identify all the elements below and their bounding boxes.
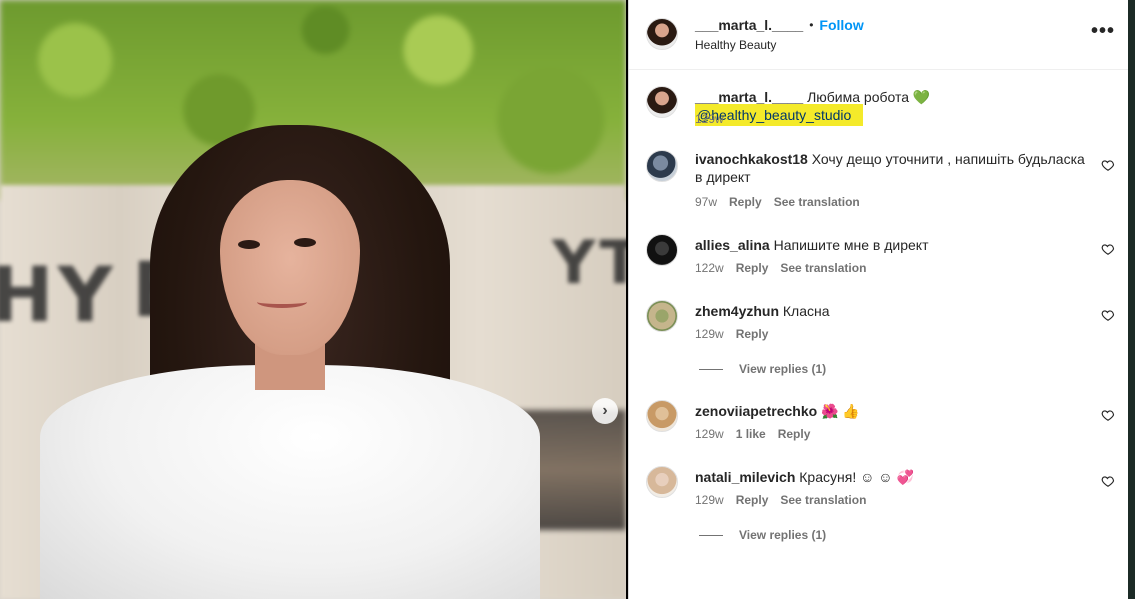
post-header: ___marta_l.____ • Follow Healthy Beauty … bbox=[629, 0, 1129, 70]
comment-body: Напишите мне в директ bbox=[773, 237, 929, 253]
comment-username[interactable]: ivanochkakost18 bbox=[695, 151, 808, 167]
caption-username[interactable]: ___marta_l.____ bbox=[695, 89, 803, 105]
commenter-avatar[interactable] bbox=[646, 234, 678, 266]
wall-sign-text: YT bbox=[552, 228, 626, 298]
more-options-icon[interactable]: ••• bbox=[1091, 20, 1115, 43]
comment-body: 🌺 👍 bbox=[821, 403, 860, 419]
reply-button[interactable]: Reply bbox=[729, 195, 762, 209]
comment-time: 122w bbox=[695, 261, 724, 275]
reply-button[interactable]: Reply bbox=[736, 261, 769, 275]
author-username[interactable]: ___marta_l.____ bbox=[695, 17, 803, 33]
replies-line bbox=[699, 368, 723, 370]
green-heart-emoji: 💚 bbox=[912, 89, 931, 105]
comment-time: 129w bbox=[695, 427, 724, 441]
view-replies-label: View replies (1) bbox=[739, 528, 827, 542]
like-heart-icon[interactable] bbox=[1101, 474, 1115, 488]
commenter-avatar[interactable] bbox=[646, 400, 678, 432]
reply-button[interactable]: Reply bbox=[736, 493, 769, 507]
commenter-avatar[interactable] bbox=[646, 300, 678, 332]
replies-line bbox=[699, 534, 723, 536]
author-avatar[interactable] bbox=[646, 18, 678, 50]
comment-body: Класна bbox=[782, 303, 830, 319]
person-eye bbox=[238, 240, 260, 249]
wall-sign-text: HY bbox=[0, 250, 117, 339]
header-line: ___marta_l.____ • Follow bbox=[695, 17, 864, 33]
comment-meta: 129w 1 like Reply bbox=[695, 427, 810, 441]
comment-time: 129w bbox=[695, 327, 724, 341]
like-heart-icon[interactable] bbox=[1101, 308, 1115, 322]
comment-username[interactable]: zenoviiapetrechko bbox=[695, 403, 817, 419]
background-edge bbox=[1128, 0, 1135, 599]
reply-button[interactable]: Reply bbox=[778, 427, 811, 441]
comment-meta: 129w Reply See translation bbox=[695, 493, 866, 507]
see-translation-button[interactable]: See translation bbox=[780, 493, 866, 507]
next-photo-button[interactable]: › bbox=[592, 398, 618, 424]
reply-button[interactable]: Reply bbox=[736, 327, 769, 341]
comment-text: ivanochkakost18 Хочу дещо уточнити , нап… bbox=[695, 150, 1095, 186]
post-side-panel: ___marta_l.____ • Follow Healthy Beauty … bbox=[628, 0, 1129, 599]
view-replies-button[interactable]: View replies (1) bbox=[699, 362, 826, 376]
see-translation-button[interactable]: See translation bbox=[780, 261, 866, 275]
like-heart-icon[interactable] bbox=[1101, 242, 1115, 256]
caption-meta: 129w bbox=[695, 112, 724, 126]
view-replies-button[interactable]: View replies (1) bbox=[699, 528, 826, 542]
caption-text: ___marta_l.____ Любима робота 💚 @healthy… bbox=[695, 88, 1095, 126]
person-eye bbox=[294, 238, 316, 247]
see-translation-button[interactable]: See translation bbox=[774, 195, 860, 209]
likes-count[interactable]: 1 like bbox=[736, 427, 766, 441]
separator-dot: • bbox=[809, 18, 814, 32]
view-replies-label: View replies (1) bbox=[739, 362, 827, 376]
comment-meta: 122w Reply See translation bbox=[695, 261, 866, 275]
comment-username[interactable]: allies_alina bbox=[695, 237, 770, 253]
like-heart-icon[interactable] bbox=[1101, 408, 1115, 422]
commenter-avatar[interactable] bbox=[646, 150, 678, 182]
comment-text: natali_milevich Красуня! ☺ ☺ 💞 bbox=[695, 468, 1095, 486]
comment-body: Красуня! ☺ ☺ 💞 bbox=[799, 469, 914, 485]
like-heart-icon[interactable] bbox=[1101, 158, 1115, 172]
location-link[interactable]: Healthy Beauty bbox=[695, 38, 776, 52]
comment-username[interactable]: natali_milevich bbox=[695, 469, 795, 485]
commenter-avatar[interactable] bbox=[646, 466, 678, 498]
caption-time: 129w bbox=[695, 112, 724, 126]
post-photo: HY BE Y YT › bbox=[0, 0, 626, 599]
caption-avatar[interactable] bbox=[646, 86, 678, 118]
comment-time: 97w bbox=[695, 195, 718, 209]
caption-body: Любима робота bbox=[807, 89, 910, 105]
comment-text: zhem4yzhun Класна bbox=[695, 302, 1095, 320]
comment-time: 129w bbox=[695, 493, 724, 507]
person-smile bbox=[257, 296, 307, 308]
comment-text: allies_alina Напишите мне в директ bbox=[695, 236, 1095, 254]
comment-username[interactable]: zhem4yzhun bbox=[695, 303, 779, 319]
follow-button[interactable]: Follow bbox=[819, 17, 863, 33]
comment-text: zenoviiapetrechko 🌺 👍 bbox=[695, 402, 1095, 420]
comment-meta: 129w Reply bbox=[695, 327, 768, 341]
person-shirt bbox=[40, 365, 540, 599]
comment-meta: 97w Reply See translation bbox=[695, 195, 860, 209]
